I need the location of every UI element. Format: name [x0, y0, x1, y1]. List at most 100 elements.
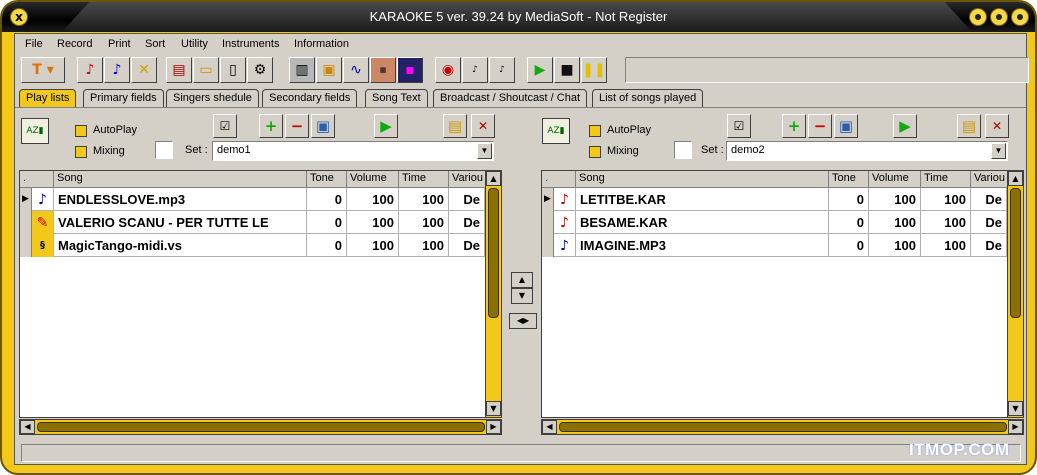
delete-list-icon[interactable]: ✕: [985, 114, 1009, 138]
table-row[interactable]: ♪ IMAGINE.MP3 0 100 100 De: [542, 234, 1007, 257]
col-various[interactable]: Variou: [971, 171, 1012, 188]
col-indicator[interactable]: .: [542, 171, 576, 188]
right-square-box[interactable]: [674, 141, 692, 159]
scroll-down-icon[interactable]: ▼: [486, 401, 501, 416]
left-autoplay-checkbox[interactable]: [75, 125, 87, 137]
scroll-up-icon[interactable]: ▲: [1008, 171, 1023, 186]
pause-icon[interactable]: ❚❚: [581, 57, 607, 83]
play-icon[interactable]: ▶: [527, 57, 553, 83]
col-volume[interactable]: Volume: [347, 171, 399, 188]
tv-icon[interactable]: ▪: [397, 57, 423, 83]
note-red-icon[interactable]: ♪: [77, 57, 103, 83]
edit-list-icon[interactable]: ☑: [727, 114, 751, 138]
remove-song-icon[interactable]: −: [285, 114, 309, 138]
menu-information[interactable]: Information: [294, 38, 349, 50]
title-bar[interactable]: x KARAOKE 5 ver. 39.24 by MediaSoft - No…: [2, 2, 1035, 32]
col-time[interactable]: Time: [399, 171, 449, 188]
col-indicator[interactable]: .: [20, 171, 54, 188]
menu-record[interactable]: Record: [57, 38, 92, 50]
scroll-down-icon[interactable]: ▼: [1008, 401, 1023, 416]
chevron-down-icon[interactable]: ▼: [991, 143, 1006, 159]
table-row[interactable]: ▶ ♪ ENDLESSLOVE.mp3 0 100 100 De: [20, 188, 485, 211]
move-up-icon[interactable]: ▲: [511, 272, 533, 288]
stop-icon[interactable]: ■: [554, 57, 580, 83]
scroll-right-icon[interactable]: ▶: [1008, 420, 1023, 434]
animated-icon[interactable]: ▦: [370, 57, 396, 83]
scroll-thumb[interactable]: [1010, 188, 1021, 318]
move-down-icon[interactable]: ▼: [511, 288, 533, 304]
menu-instruments[interactable]: Instruments: [222, 38, 279, 50]
document-icon[interactable]: ▯: [220, 57, 246, 83]
right-mixing-checkbox[interactable]: [589, 146, 601, 158]
tab-primary-fields[interactable]: Primary fields: [83, 89, 164, 107]
add-song-icon[interactable]: +: [259, 114, 283, 138]
move-across-icon[interactable]: ◀▶: [509, 313, 537, 329]
scroll-thumb[interactable]: [488, 188, 499, 318]
minimize-icon[interactable]: [969, 8, 987, 26]
karaoke-dropdown-icon[interactable]: T ▾: [21, 57, 65, 83]
table-row[interactable]: ✎ VALERIO SCANU - PER TUTTE LE 0 100 100…: [20, 211, 485, 234]
left-vertical-scrollbar[interactable]: ▲ ▼: [485, 171, 501, 417]
delete-list-icon[interactable]: ✕: [471, 114, 495, 138]
right-vertical-scrollbar[interactable]: ▲ ▼: [1007, 171, 1023, 417]
sort-az-icon[interactable]: AZ▮: [542, 118, 570, 144]
close-window-icon[interactable]: [1011, 8, 1029, 26]
menu-file[interactable]: File: [25, 38, 43, 50]
col-song[interactable]: Song: [576, 171, 829, 188]
col-time[interactable]: Time: [921, 171, 971, 188]
new-list-icon[interactable]: ▤: [957, 114, 981, 138]
left-mixing-checkbox[interactable]: [75, 146, 87, 158]
table-row[interactable]: ♪ BESAME.KAR 0 100 100 De: [542, 211, 1007, 234]
scroll-thumb[interactable]: [37, 422, 485, 432]
save-icon[interactable]: ▣: [834, 114, 858, 138]
new-list-icon[interactable]: ▤: [443, 114, 467, 138]
tab-song-text[interactable]: Song Text: [365, 89, 428, 107]
k5-2-icon[interactable]: ♪: [489, 57, 515, 83]
tab-list-of-songs-played[interactable]: List of songs played: [592, 89, 704, 107]
tab-broadcast[interactable]: Broadcast / Shoutcast / Chat: [433, 89, 588, 107]
add-song-icon[interactable]: +: [782, 114, 806, 138]
menu-sort[interactable]: Sort: [145, 38, 165, 50]
remove-song-icon[interactable]: −: [808, 114, 832, 138]
col-song[interactable]: Song: [54, 171, 307, 188]
note-blue-icon[interactable]: ♪: [104, 57, 130, 83]
open-folder-icon[interactable]: ▭: [193, 57, 219, 83]
scroll-left-icon[interactable]: ◀: [20, 420, 35, 434]
image-icon[interactable]: ▣: [316, 57, 342, 83]
scroll-left-icon[interactable]: ◀: [542, 420, 557, 434]
record-icon[interactable]: ◉: [435, 57, 461, 83]
keyboard-icon[interactable]: ▥: [289, 57, 315, 83]
sort-az-icon[interactable]: AZ▮: [21, 118, 49, 144]
tools-icon[interactable]: ✕: [131, 57, 157, 83]
edit-list-icon[interactable]: ☑: [213, 114, 237, 138]
play-list-icon[interactable]: ▶: [893, 114, 917, 138]
chevron-down-icon[interactable]: ▼: [477, 143, 492, 159]
right-autoplay-checkbox[interactable]: [589, 125, 601, 137]
table-row[interactable]: § MagicTango-midi.vs 0 100 100 De: [20, 234, 485, 257]
tab-singers-shedule[interactable]: Singers shedule: [166, 89, 259, 107]
right-horizontal-scrollbar[interactable]: ◀ ▶: [541, 419, 1024, 435]
left-square-box[interactable]: [155, 141, 173, 159]
scroll-right-icon[interactable]: ▶: [486, 420, 501, 434]
scroll-thumb[interactable]: [559, 422, 1007, 432]
menu-utility[interactable]: Utility: [181, 38, 208, 50]
col-volume[interactable]: Volume: [869, 171, 921, 188]
menu-print[interactable]: Print: [108, 38, 131, 50]
table-row[interactable]: ▶ ♪ LETITBE.KAR 0 100 100 De: [542, 188, 1007, 211]
col-various[interactable]: Variou: [449, 171, 490, 188]
wave-icon[interactable]: ∿: [343, 57, 369, 83]
settings-icon[interactable]: ⚙: [247, 57, 273, 83]
tab-play-lists[interactable]: Play lists: [19, 89, 77, 107]
col-tone[interactable]: Tone: [307, 171, 347, 188]
maximize-icon[interactable]: [990, 8, 1008, 26]
tab-secondary-fields[interactable]: Secondary fields: [262, 89, 358, 107]
col-tone[interactable]: Tone: [829, 171, 869, 188]
right-set-select[interactable]: demo2 ▼: [726, 141, 1008, 161]
scroll-up-icon[interactable]: ▲: [486, 171, 501, 186]
k5-1-icon[interactable]: ♪: [462, 57, 488, 83]
left-set-select[interactable]: demo1 ▼: [212, 141, 494, 161]
left-horizontal-scrollbar[interactable]: ◀ ▶: [19, 419, 502, 435]
add-file-icon[interactable]: ▤: [166, 57, 192, 83]
save-icon[interactable]: ▣: [311, 114, 335, 138]
play-list-icon[interactable]: ▶: [374, 114, 398, 138]
